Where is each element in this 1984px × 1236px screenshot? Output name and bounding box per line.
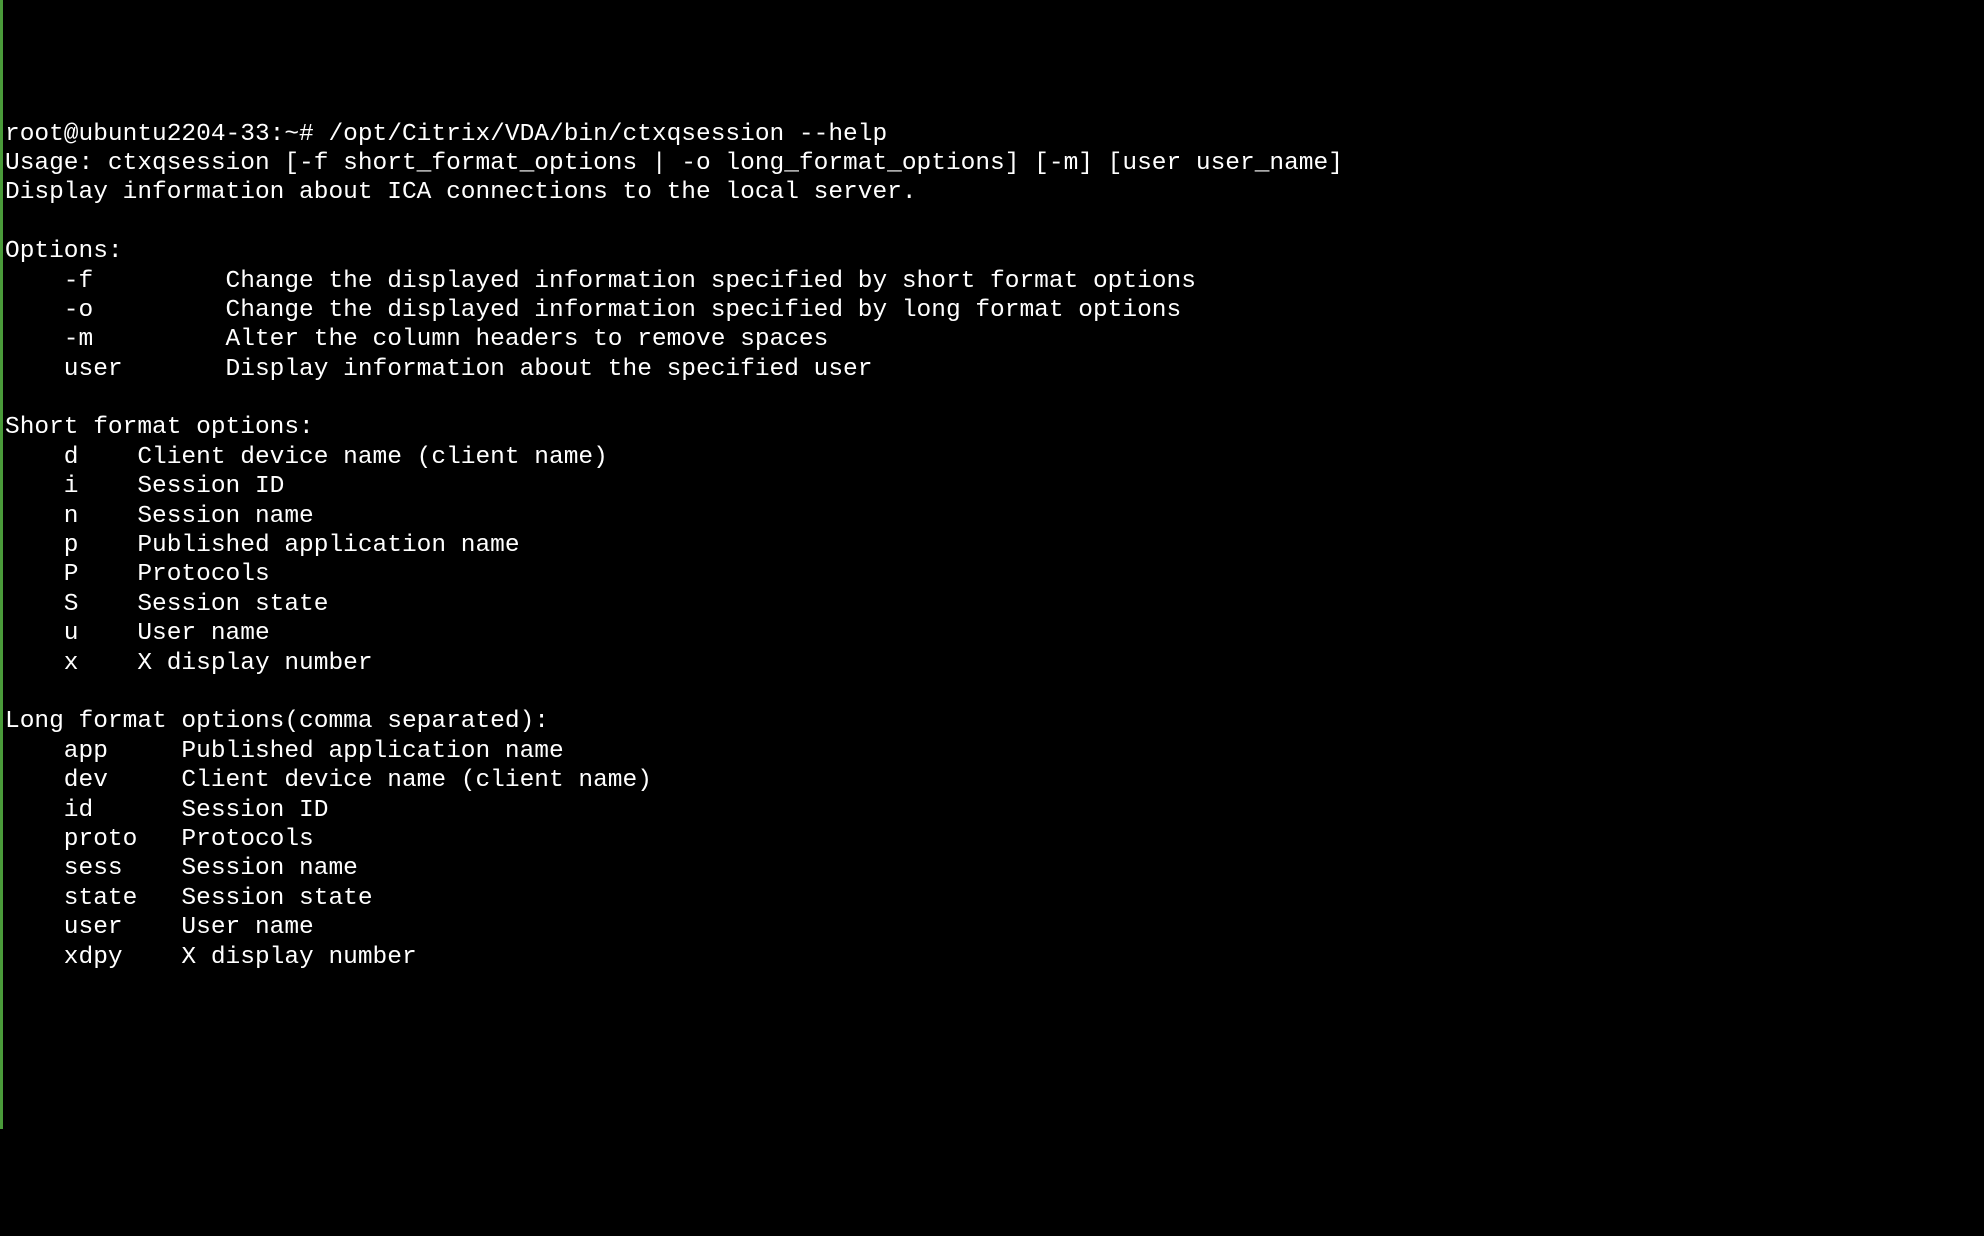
short-option-line: d Client device name (client name) <box>5 444 608 471</box>
option-line: user Display information about the speci… <box>5 356 872 383</box>
usage-line: Usage: ctxqsession [-f short_format_opti… <box>5 150 1343 177</box>
option-line: -o Change the displayed information spec… <box>5 297 1181 324</box>
long-option-line: id Session ID <box>5 797 328 824</box>
short-option-line: u User name <box>5 620 270 647</box>
short-option-line: p Published application name <box>5 532 520 559</box>
long-format-header: Long format options(comma separated): <box>5 708 549 735</box>
long-option-line: user User name <box>5 914 314 941</box>
short-option-line: i Session ID <box>5 473 284 500</box>
short-option-line: n Session name <box>5 503 314 530</box>
long-option-line: state Session state <box>5 885 373 912</box>
option-line: -f Change the displayed information spec… <box>5 268 1196 295</box>
short-option-line: S Session state <box>5 591 328 618</box>
options-header: Options: <box>5 238 123 265</box>
shell-prompt: root@ubuntu2204-33:~# <box>5 121 328 148</box>
short-option-line: x X display number <box>5 650 373 677</box>
long-option-line: app Published application name <box>5 738 564 765</box>
long-option-line: proto Protocols <box>5 826 314 853</box>
short-format-header: Short format options: <box>5 414 314 441</box>
long-option-line: sess Session name <box>5 855 358 882</box>
long-option-line: xdpy X display number <box>5 944 417 971</box>
prompt-line: root@ubuntu2204-33:~# /opt/Citrix/VDA/bi… <box>5 121 887 148</box>
option-line: -m Alter the column headers to remove sp… <box>5 326 828 353</box>
long-option-line: dev Client device name (client name) <box>5 767 652 794</box>
description-line: Display information about ICA connection… <box>5 179 917 206</box>
terminal-output[interactable]: root@ubuntu2204-33:~# /opt/Citrix/VDA/bi… <box>3 118 1984 982</box>
command-text: /opt/Citrix/VDA/bin/ctxqsession --help <box>328 121 887 148</box>
short-option-line: P Protocols <box>5 561 270 588</box>
